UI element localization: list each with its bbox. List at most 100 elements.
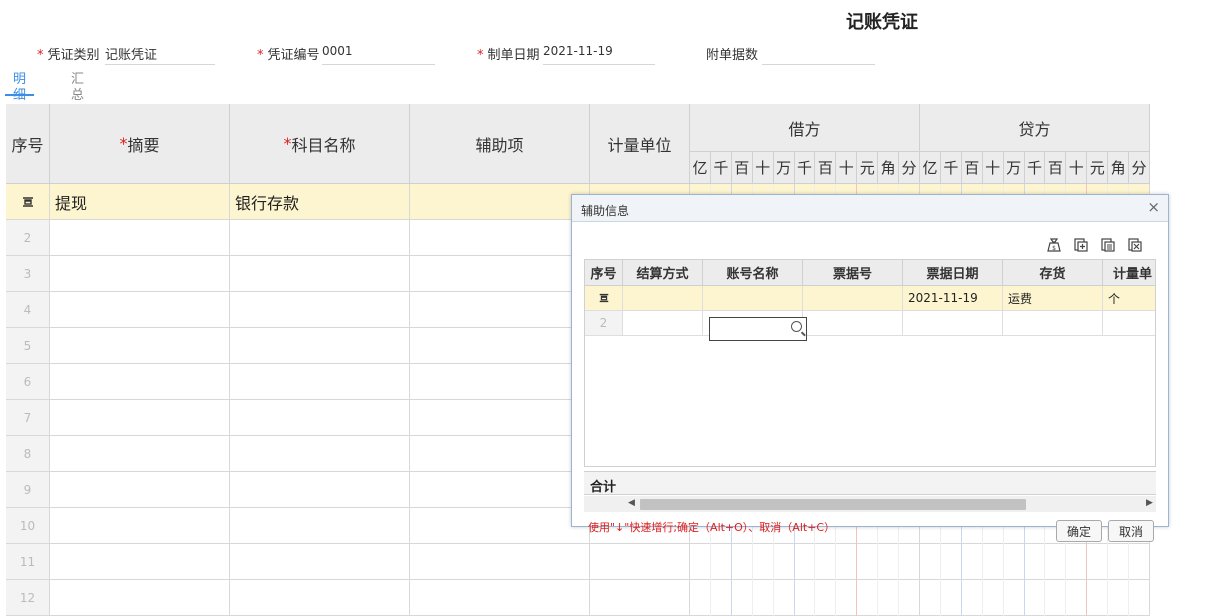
account-name-cell[interactable]	[703, 286, 803, 311]
summary-cell[interactable]	[50, 400, 230, 436]
account-cell[interactable]	[230, 508, 410, 544]
account-cell[interactable]	[230, 328, 410, 364]
row-number-cell[interactable]: 8	[6, 436, 50, 472]
aux-cell[interactable]	[410, 220, 590, 256]
summary-cell[interactable]	[50, 328, 230, 364]
aux-cell[interactable]	[410, 472, 590, 508]
row-number-cell[interactable]: 4	[6, 292, 50, 328]
row-handle-icon[interactable]	[598, 292, 610, 304]
bill-date-cell[interactable]	[903, 311, 1003, 336]
row-number-cell[interactable]: 11	[6, 544, 50, 580]
debit-amount-cell[interactable]	[690, 580, 920, 616]
summary-cell[interactable]	[50, 472, 230, 508]
summary-cell[interactable]	[50, 580, 230, 616]
voucher-date-input[interactable]: 2021-11-19	[543, 44, 655, 65]
summary-cell[interactable]	[50, 256, 230, 292]
col-header-summary: * 摘要	[50, 104, 230, 184]
digit-separator	[709, 580, 711, 616]
attachment-count-input[interactable]	[762, 44, 875, 65]
aux-cell[interactable]	[410, 184, 590, 220]
col-header-stock: 存货	[1003, 260, 1103, 286]
digit-separator	[981, 580, 983, 616]
account-cell[interactable]	[230, 472, 410, 508]
scroll-left-icon[interactable]: ◀	[628, 498, 635, 508]
scrollbar-thumb[interactable]	[640, 499, 1026, 510]
search-icon[interactable]	[791, 321, 802, 332]
aux-cell[interactable]	[410, 364, 590, 400]
voucher-number-input[interactable]: 0001	[322, 44, 435, 65]
unit-cell[interactable]	[1103, 311, 1155, 336]
bill-number-cell[interactable]	[803, 311, 903, 336]
unit-cell[interactable]: 个	[1103, 286, 1155, 311]
row-handle-icon[interactable]	[21, 195, 35, 209]
summary-cell[interactable]	[50, 364, 230, 400]
row-number-cell[interactable]: 7	[6, 400, 50, 436]
row-number-cell[interactable]: 6	[6, 364, 50, 400]
row-number-cell[interactable]: 2	[6, 220, 50, 256]
account-cell[interactable]	[230, 292, 410, 328]
aux-cell[interactable]	[410, 544, 590, 580]
debit-amount-cell[interactable]	[690, 544, 920, 580]
close-icon[interactable]: ×	[1147, 198, 1160, 216]
money-bag-icon[interactable]: $	[1046, 237, 1062, 253]
aux-cell[interactable]	[410, 508, 590, 544]
ok-button[interactable]: 确定	[1056, 520, 1102, 542]
table-row[interactable]: 11	[6, 544, 1150, 580]
summary-cell[interactable]	[50, 544, 230, 580]
account-cell[interactable]	[230, 400, 410, 436]
voucher-type-input[interactable]: 记账凭证	[105, 44, 215, 65]
tab-summary[interactable]: 汇总	[63, 72, 92, 103]
tab-detail[interactable]: 明细	[5, 72, 35, 103]
horizontal-scrollbar[interactable]: ◀ ▶	[584, 496, 1156, 512]
row-number-cell[interactable]: 3	[6, 256, 50, 292]
dialog-header: 辅助信息 ×	[572, 195, 1168, 222]
table-row[interactable]: 12	[6, 580, 1150, 616]
row-number-cell[interactable]: 12	[6, 580, 50, 616]
credit-digit-header: 元	[1087, 152, 1109, 184]
account-cell[interactable]	[230, 364, 410, 400]
account-cell[interactable]	[230, 220, 410, 256]
aux-cell[interactable]	[410, 580, 590, 616]
row-number-cell[interactable]: 10	[6, 508, 50, 544]
aux-cell[interactable]	[410, 292, 590, 328]
account-cell[interactable]: 银行存款	[230, 184, 410, 220]
svg-text:$: $	[1052, 245, 1056, 252]
scroll-right-icon[interactable]: ▶	[1146, 498, 1153, 508]
cancel-button[interactable]: 取消	[1108, 520, 1154, 542]
account-cell[interactable]	[230, 256, 410, 292]
credit-amount-cell[interactable]	[920, 544, 1150, 580]
seq-cell[interactable]	[585, 286, 623, 311]
row-number-cell[interactable]: 9	[6, 472, 50, 508]
col-header-aux: 辅助项	[410, 104, 590, 184]
account-cell[interactable]	[230, 544, 410, 580]
bill-number-cell[interactable]	[803, 286, 903, 311]
summary-cell[interactable]	[50, 508, 230, 544]
summary-cell[interactable]: 提现	[50, 184, 230, 220]
unit-cell[interactable]	[590, 580, 690, 616]
summary-cell[interactable]	[50, 292, 230, 328]
summary-cell[interactable]	[50, 436, 230, 472]
unit-cell[interactable]	[590, 544, 690, 580]
seq-cell[interactable]: 2	[585, 311, 623, 336]
stock-cell[interactable]: 运费	[1003, 286, 1103, 311]
credit-amount-cell[interactable]	[920, 580, 1150, 616]
row-number-cell[interactable]: 5	[6, 328, 50, 364]
aux-cell[interactable]	[410, 400, 590, 436]
aux-cell[interactable]	[410, 256, 590, 292]
delete-row-icon[interactable]	[1127, 237, 1143, 253]
add-row-icon[interactable]	[1073, 237, 1089, 253]
settle-method-cell[interactable]	[623, 311, 703, 336]
digit-separator	[1002, 544, 1004, 580]
stock-cell[interactable]	[1003, 311, 1103, 336]
account-name-input[interactable]	[709, 317, 807, 341]
bill-date-cell[interactable]: 2021-11-19	[903, 286, 1003, 311]
settle-method-cell[interactable]	[623, 286, 703, 311]
row-number-cell[interactable]	[6, 184, 50, 220]
aux-cell[interactable]	[410, 436, 590, 472]
account-cell[interactable]	[230, 436, 410, 472]
summary-cell[interactable]	[50, 220, 230, 256]
aux-cell[interactable]	[410, 328, 590, 364]
col-header-seq: 序号	[6, 104, 50, 184]
copy-row-icon[interactable]	[1100, 237, 1116, 253]
account-cell[interactable]	[230, 580, 410, 616]
